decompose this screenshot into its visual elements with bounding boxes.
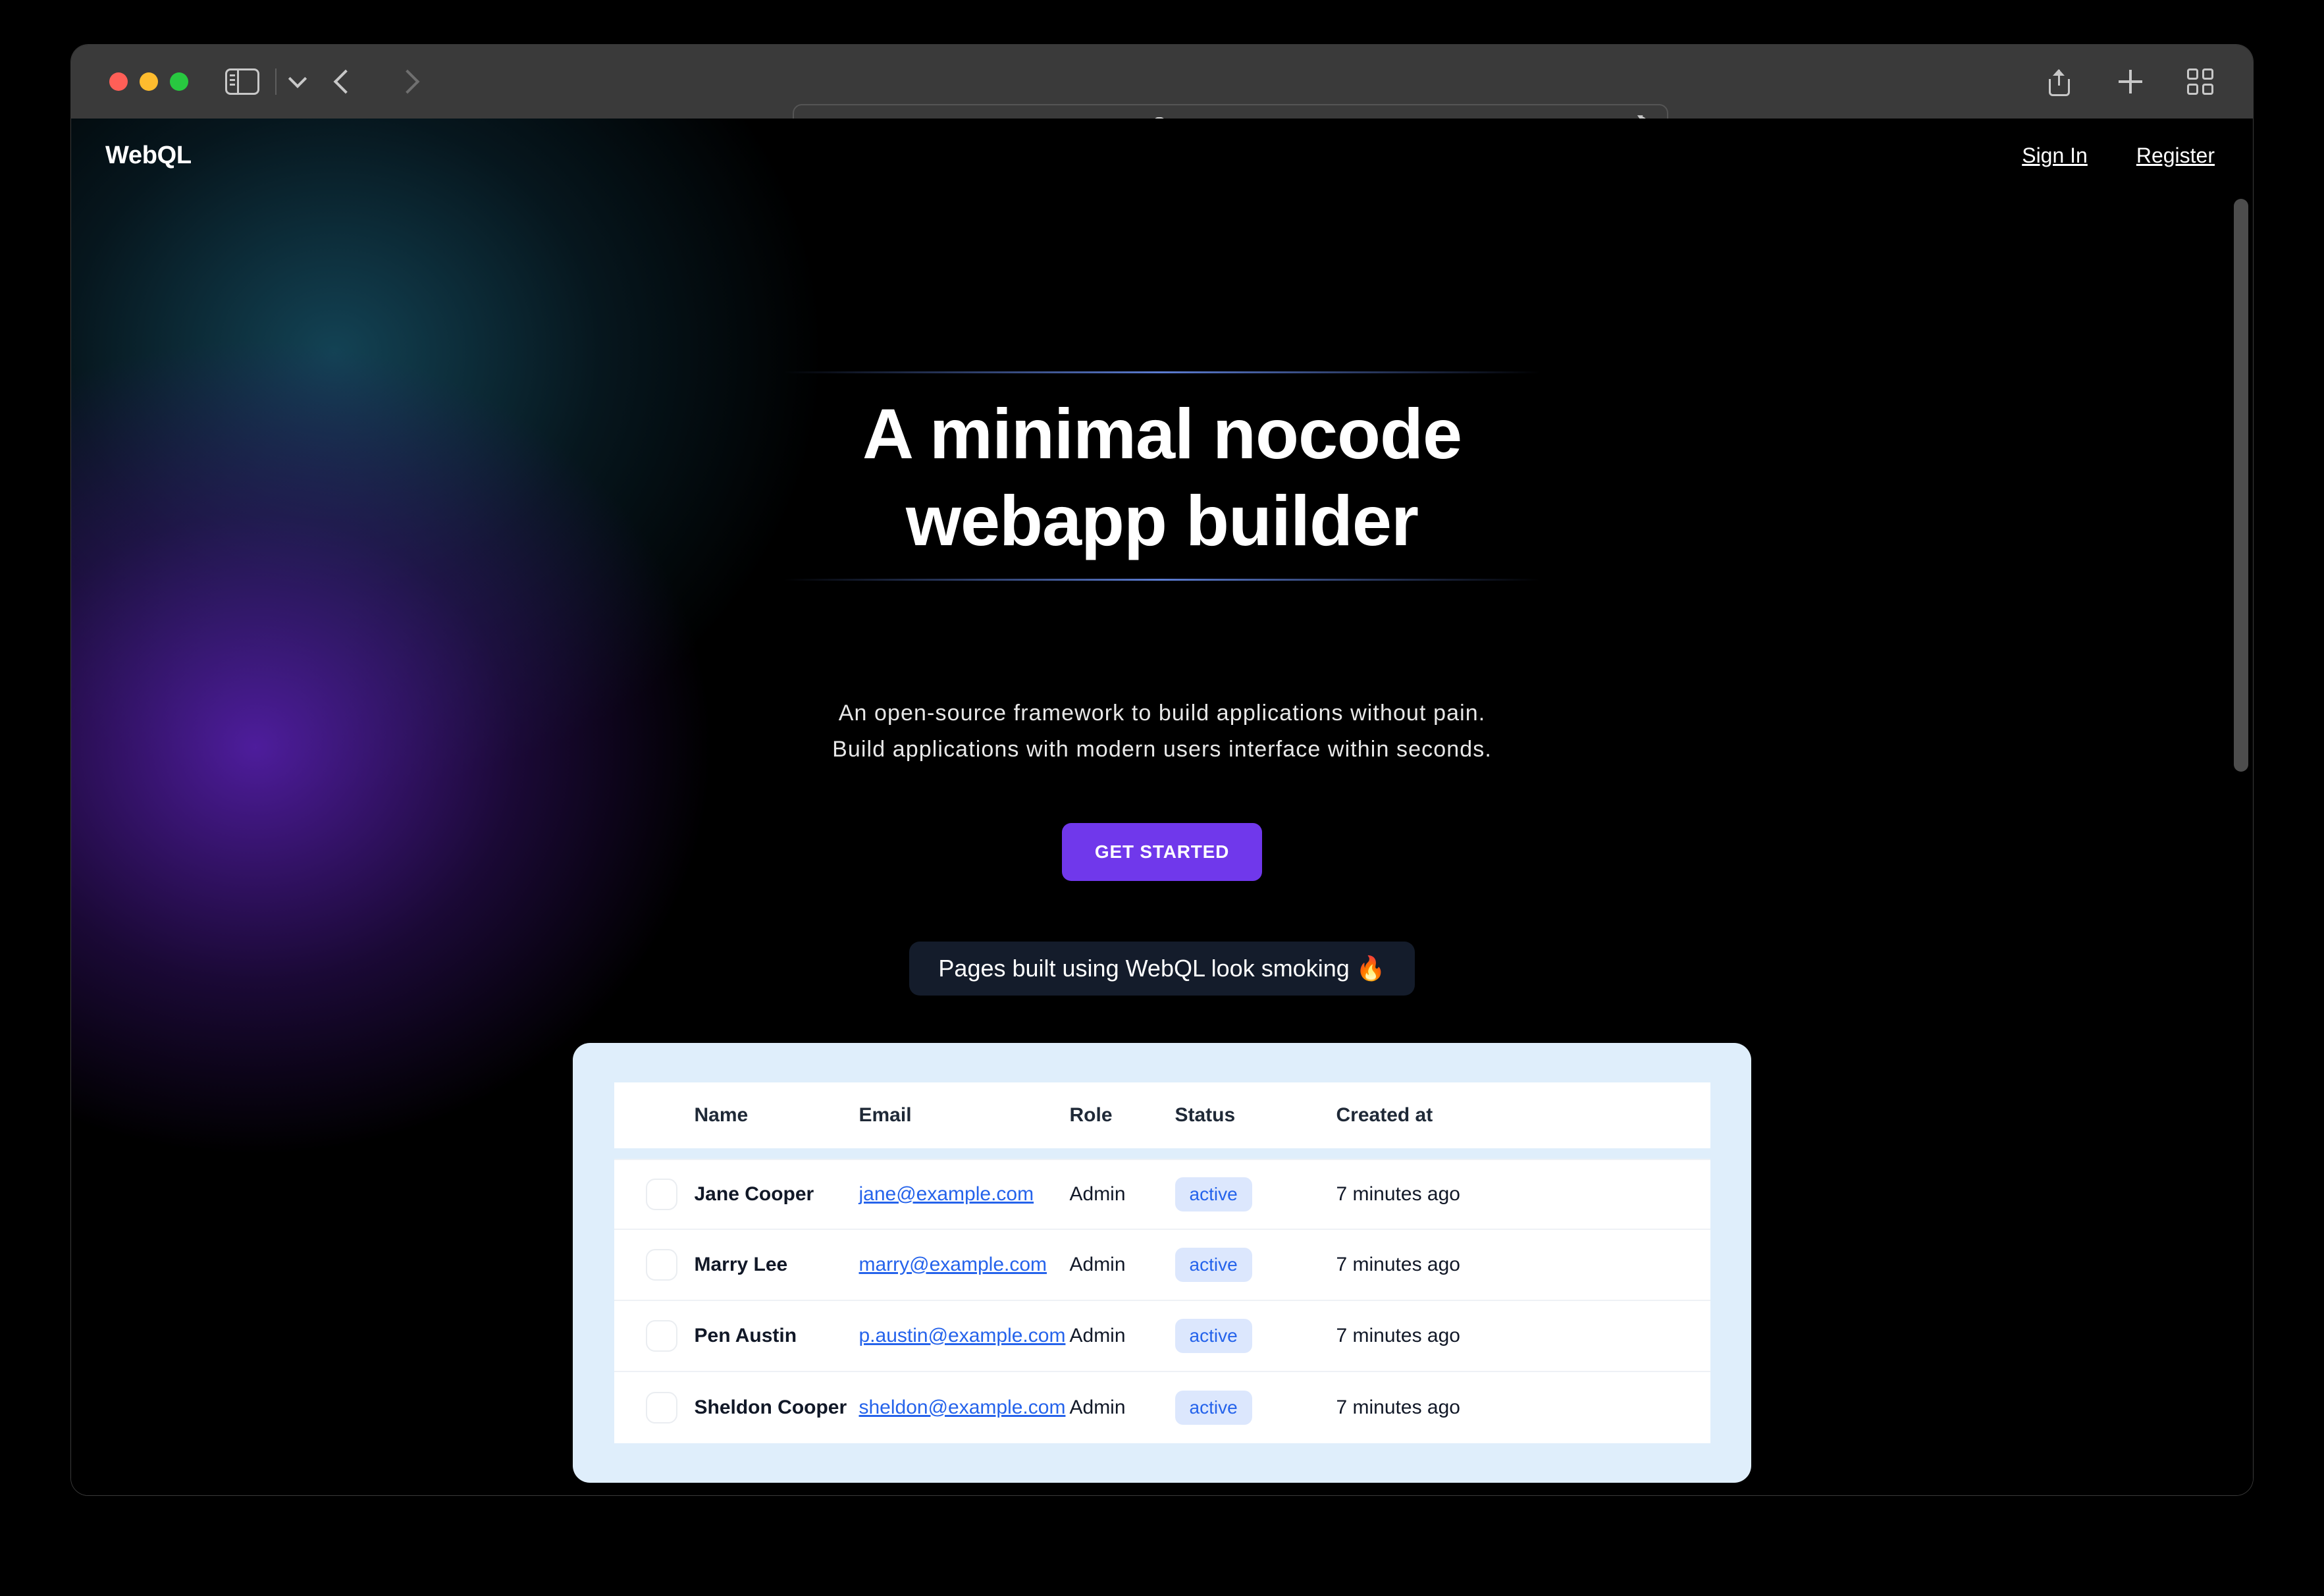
- table-row[interactable]: Sheldon Cooper sheldon@example.com Admin…: [614, 1371, 1710, 1443]
- site-navbar: WebQL Sign In Register: [71, 119, 2253, 192]
- minimize-window-button[interactable]: [140, 72, 158, 91]
- avatar: [645, 1248, 677, 1281]
- avatar: [645, 1178, 677, 1210]
- cell-created-at: 7 minutes ago: [1336, 1183, 1460, 1205]
- cell-role: Admin: [1069, 1396, 1126, 1418]
- back-arrow-icon[interactable]: [333, 69, 358, 94]
- sidebar-toggle-icon[interactable]: [225, 68, 259, 95]
- hero-subtitle: An open-source framework to build applic…: [832, 700, 1492, 762]
- close-window-button[interactable]: [109, 72, 128, 91]
- cell-name: Pen Austin: [694, 1324, 797, 1346]
- cell-created-at: 7 minutes ago: [1336, 1396, 1460, 1418]
- share-icon[interactable]: [2045, 67, 2074, 96]
- cell-created-at: 7 minutes ago: [1336, 1253, 1460, 1275]
- status-badge: active: [1175, 1318, 1252, 1353]
- forward-arrow-icon[interactable]: [395, 69, 420, 94]
- users-table: Name Email Role Status Created at Jane C…: [614, 1082, 1710, 1443]
- maximize-window-button[interactable]: [170, 72, 188, 91]
- cell-status: active: [1175, 1177, 1336, 1211]
- column-header-status: Status: [1175, 1104, 1236, 1126]
- avatar: [645, 1391, 677, 1423]
- table-row[interactable]: Jane Cooper jane@example.com Admin activ…: [614, 1158, 1710, 1230]
- cell-email[interactable]: marry@example.com: [859, 1254, 1070, 1276]
- headline-rule-bottom: [783, 578, 1541, 581]
- avatar: [645, 1319, 677, 1352]
- site-logo[interactable]: WebQL: [105, 142, 192, 170]
- column-header-created-at: Created at: [1336, 1104, 1433, 1126]
- toolbar-right-group: [2045, 45, 2213, 119]
- cell-status: active: [1175, 1318, 1336, 1353]
- get-started-button[interactable]: GET STARTED: [1061, 822, 1263, 881]
- site-nav-links: Sign In Register: [2022, 144, 2215, 168]
- page-title: A minimal nocode webapp builder: [862, 394, 1462, 560]
- chevron-down-icon[interactable]: [288, 69, 307, 88]
- cell-email[interactable]: p.austin@example.com: [859, 1325, 1070, 1347]
- users-table-card: Name Email Role Status Created at Jane C…: [573, 1042, 1751, 1483]
- cell-created-at: 7 minutes ago: [1336, 1324, 1460, 1346]
- nav-link-sign-in[interactable]: Sign In: [2022, 144, 2088, 168]
- toolbar-divider: [275, 68, 277, 95]
- cell-name: Sheldon Cooper: [694, 1396, 847, 1418]
- page-viewport: WebQL Sign In Register A minimal nocode …: [71, 119, 2253, 1495]
- cell-status: active: [1175, 1390, 1336, 1425]
- browser-window: webql.netlify.app WebQL Sign In Register: [71, 45, 2253, 1495]
- cell-role: Admin: [1069, 1183, 1126, 1205]
- status-badge: active: [1175, 1177, 1252, 1211]
- window-traffic-lights: [109, 72, 188, 91]
- column-header-email: Email: [858, 1104, 912, 1126]
- cell-role: Admin: [1069, 1324, 1126, 1346]
- cell-name: Jane Cooper: [694, 1183, 814, 1205]
- showcase-pill: Pages built using WebQL look smoking 🔥: [909, 941, 1415, 996]
- table-body: Jane Cooper jane@example.com Admin activ…: [614, 1158, 1710, 1443]
- cell-name: Marry Lee: [694, 1253, 788, 1275]
- cell-status: active: [1175, 1247, 1336, 1282]
- cell-email[interactable]: jane@example.com: [859, 1183, 1070, 1206]
- cell-role: Admin: [1069, 1253, 1126, 1275]
- table-header-row: Name Email Role Status Created at: [614, 1082, 1710, 1148]
- column-header-name: Name: [694, 1104, 749, 1126]
- grid-icon[interactable]: [2187, 68, 2213, 95]
- page-scrollbar-thumb[interactable]: [2234, 199, 2248, 772]
- nav-link-register[interactable]: Register: [2136, 144, 2215, 168]
- hero-section: A minimal nocode webapp builder An open-…: [71, 357, 2253, 996]
- toolbar-left-group: [225, 68, 438, 95]
- status-badge: active: [1175, 1247, 1252, 1282]
- table-row[interactable]: Pen Austin p.austin@example.com Admin ac…: [614, 1300, 1710, 1372]
- plus-icon[interactable]: [2116, 67, 2145, 96]
- browser-titlebar: webql.netlify.app: [71, 45, 2253, 147]
- table-row[interactable]: Marry Lee marry@example.com Admin active…: [614, 1229, 1710, 1301]
- cell-email[interactable]: sheldon@example.com: [859, 1396, 1070, 1419]
- headline-block: A minimal nocode webapp builder: [783, 357, 1541, 598]
- column-header-role: Role: [1069, 1104, 1113, 1126]
- status-badge: active: [1175, 1390, 1252, 1425]
- sidebar-lines-icon: [230, 74, 235, 86]
